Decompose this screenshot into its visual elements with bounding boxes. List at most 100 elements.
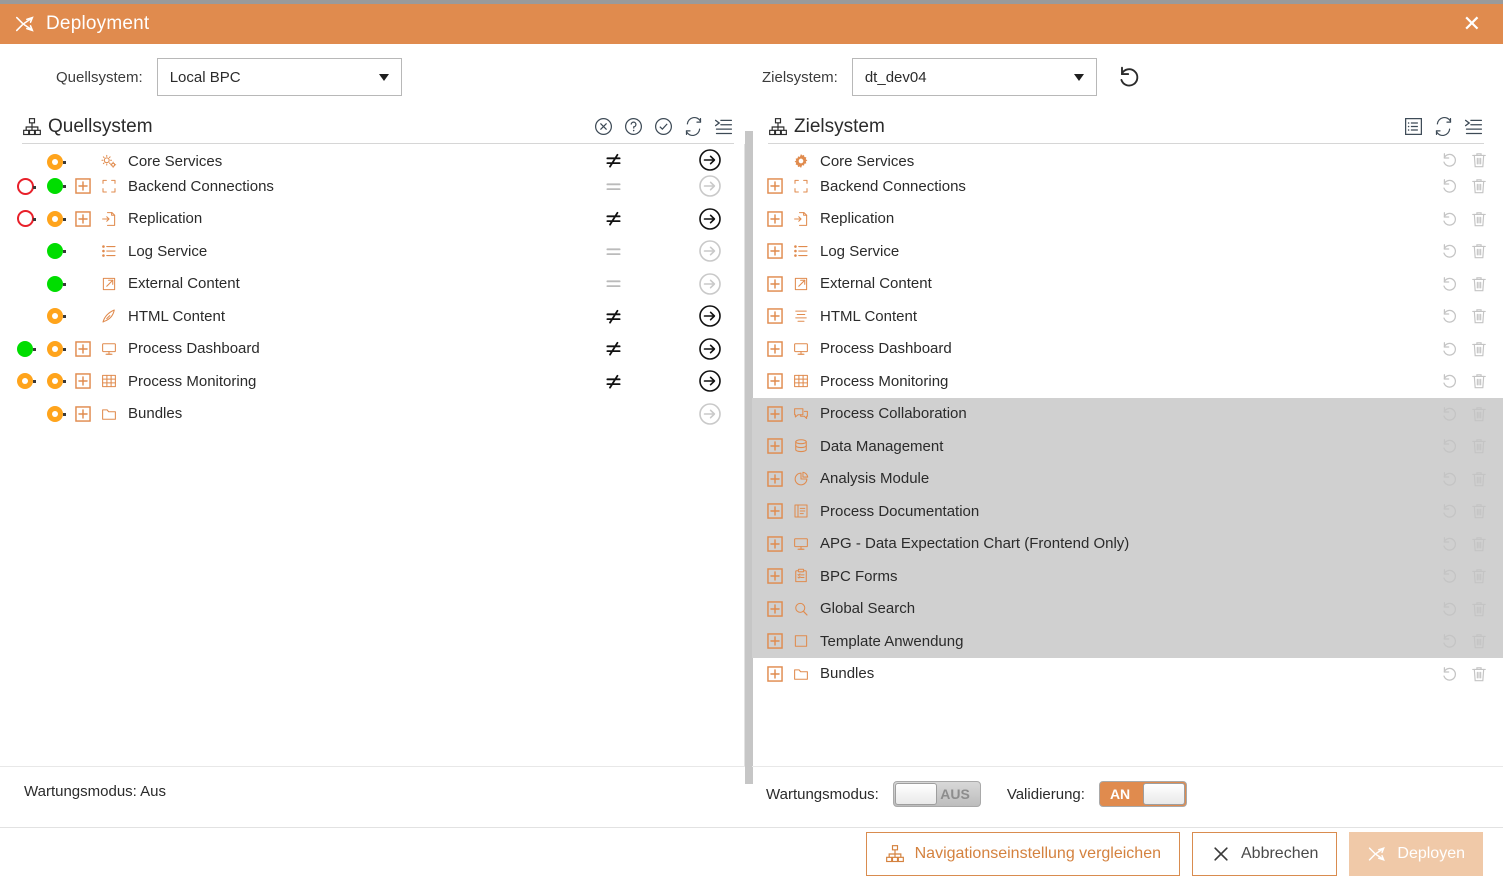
source-tree-row[interactable]: HTML Content [0,300,744,333]
expand-node-icon[interactable] [70,373,96,389]
source-tree-row[interactable]: Replication [0,203,744,236]
trash-icon[interactable] [1469,404,1489,424]
undo-icon[interactable] [1439,566,1459,586]
expand-node-icon[interactable] [762,633,788,649]
trash-icon[interactable] [1469,176,1489,196]
undo-icon[interactable] [1439,241,1459,261]
trash-icon[interactable] [1469,274,1489,294]
expand-node-icon[interactable] [762,243,788,259]
compare-navigation-button[interactable]: Navigationseinstellung vergleichen [866,832,1180,876]
undo-icon[interactable] [1439,150,1459,170]
trash-icon[interactable] [1469,241,1489,261]
undo-icon[interactable] [1439,209,1459,229]
reset-target-icon[interactable] [1115,63,1143,91]
source-tree-row[interactable]: Bundles [0,398,744,431]
select-all-icon[interactable] [653,116,674,137]
trash-icon[interactable] [1469,664,1489,684]
undo-icon[interactable] [1439,631,1459,651]
expand-node-icon[interactable] [70,341,96,357]
expand-node-icon[interactable] [70,211,96,227]
expand-node-icon[interactable] [762,536,788,552]
expand-node-icon[interactable] [762,211,788,227]
target-system-select[interactable]: dt_dev04 [852,58,1097,96]
trash-icon[interactable] [1469,599,1489,619]
trash-icon[interactable] [1469,150,1489,170]
target-tree-row[interactable]: Data Management [752,430,1503,463]
expand-node-icon[interactable] [762,601,788,617]
transfer-to-target-button[interactable] [694,300,726,333]
source-tree-row[interactable]: Log Service [0,235,744,268]
expand-node-icon[interactable] [762,308,788,324]
target-tree-row[interactable]: BPC Forms [752,560,1503,593]
trash-icon[interactable] [1469,339,1489,359]
maintenance-toggle[interactable]: AUS [893,781,981,807]
expand-node-icon[interactable] [762,341,788,357]
trash-icon[interactable] [1469,436,1489,456]
target-tree-row[interactable]: HTML Content [752,300,1503,333]
expand-node-icon[interactable] [762,276,788,292]
validation-toggle[interactable]: AN [1099,781,1187,807]
target-tree-row[interactable]: Template Anwendung [752,625,1503,658]
trash-icon[interactable] [1469,566,1489,586]
undo-icon[interactable] [1439,371,1459,391]
target-tree-row[interactable]: Process Collaboration [752,398,1503,431]
expand-node-icon[interactable] [762,373,788,389]
target-tree[interactable]: Core ServicesBackend ConnectionsReplicat… [752,144,1503,766]
expand-node-icon[interactable] [762,178,788,194]
expand-node-icon[interactable] [762,568,788,584]
help-icon[interactable] [623,116,644,137]
trash-icon[interactable] [1469,501,1489,521]
undo-icon[interactable] [1439,306,1459,326]
target-tree-row[interactable]: Bundles [752,658,1503,691]
undo-icon[interactable] [1439,534,1459,554]
cancel-button[interactable]: Abbrechen [1192,832,1337,876]
source-tree-row[interactable]: Process Monitoring [0,365,744,398]
undo-icon[interactable] [1439,599,1459,619]
trash-icon[interactable] [1469,209,1489,229]
transfer-to-target-button[interactable] [694,333,726,366]
target-tree-row[interactable]: Analysis Module [752,463,1503,496]
source-tree-row[interactable]: External Content [0,268,744,301]
trash-icon[interactable] [1469,306,1489,326]
undo-icon[interactable] [1439,339,1459,359]
transfer-to-target-button[interactable] [694,365,726,398]
expand-node-icon[interactable] [762,471,788,487]
undo-icon[interactable] [1439,436,1459,456]
target-tree-row[interactable]: Process Documentation [752,495,1503,528]
target-tree-row[interactable]: Process Monitoring [752,365,1503,398]
trash-icon[interactable] [1469,631,1489,651]
transfer-to-target-button[interactable] [694,203,726,236]
refresh-icon[interactable] [1433,116,1454,137]
collapse-all-icon[interactable] [713,116,734,137]
source-tree-row[interactable]: Backend Connections [0,170,744,203]
source-system-select[interactable]: Local BPC [157,58,402,96]
close-icon[interactable]: ✕ [1457,11,1487,37]
expand-node-icon[interactable] [762,406,788,422]
target-tree-row[interactable]: Backend Connections [752,170,1503,203]
clear-selection-icon[interactable] [593,116,614,137]
target-tree-row[interactable]: APG - Data Expectation Chart (Frontend O… [752,528,1503,561]
expand-node-icon[interactable] [762,666,788,682]
undo-icon[interactable] [1439,469,1459,489]
trash-icon[interactable] [1469,469,1489,489]
target-tree-row[interactable]: Process Dashboard [752,333,1503,366]
target-tree-row[interactable]: External Content [752,268,1503,301]
collapse-all-icon[interactable] [1463,116,1484,137]
target-tree-row[interactable]: Core Services [752,144,1503,170]
undo-icon[interactable] [1439,664,1459,684]
undo-icon[interactable] [1439,404,1459,424]
expand-node-icon[interactable] [70,406,96,422]
expand-node-icon[interactable] [762,438,788,454]
target-tree-row[interactable]: Replication [752,203,1503,236]
refresh-icon[interactable] [683,116,704,137]
undo-icon[interactable] [1439,501,1459,521]
undo-icon[interactable] [1439,274,1459,294]
source-tree-row[interactable]: Core Services [0,144,744,170]
target-tree-row[interactable]: Global Search [752,593,1503,626]
list-view-icon[interactable] [1403,116,1424,137]
target-tree-row[interactable]: Log Service [752,235,1503,268]
source-tree[interactable]: Core ServicesBackend ConnectionsReplicat… [0,144,745,766]
trash-icon[interactable] [1469,534,1489,554]
expand-node-icon[interactable] [762,503,788,519]
undo-icon[interactable] [1439,176,1459,196]
